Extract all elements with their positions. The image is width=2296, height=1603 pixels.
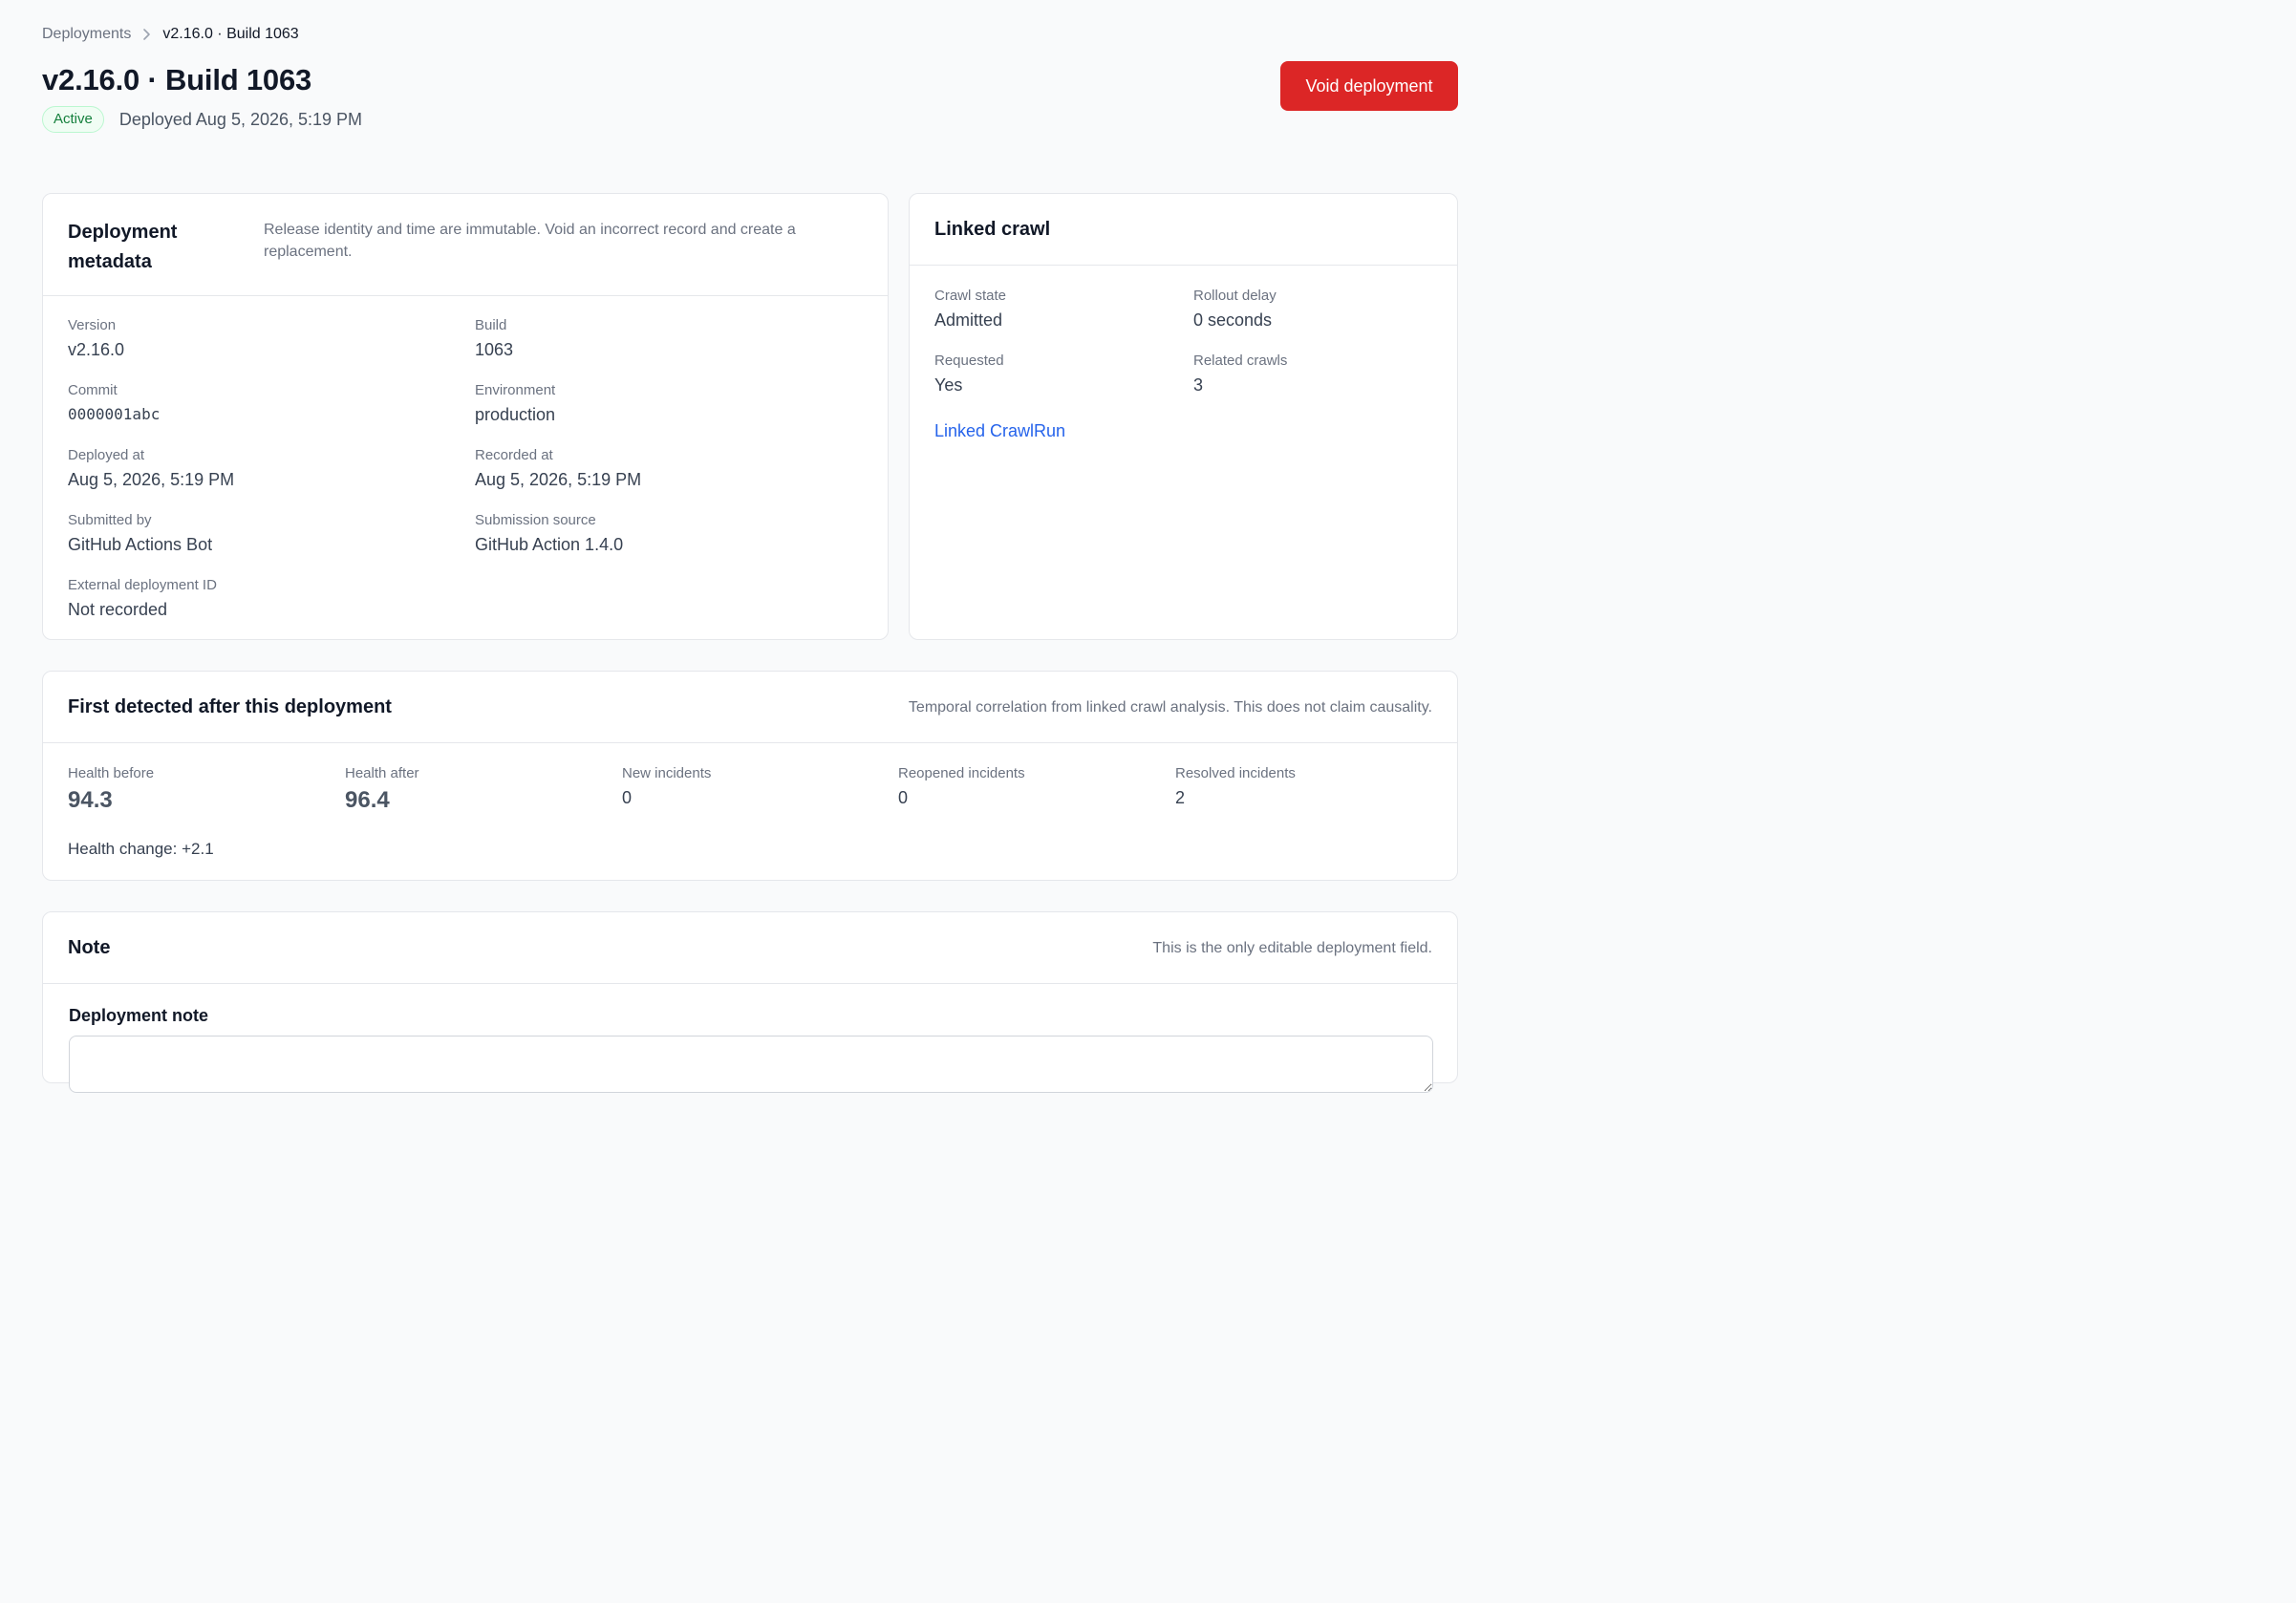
card-header: Note This is the only editable deploymen… (43, 912, 1457, 984)
stat-health-after: Health after 96.4 (345, 765, 419, 814)
stat-label: Health after (345, 765, 419, 781)
stat-value: 94.3 (68, 787, 113, 813)
card-description: This is the only editable deployment fie… (1152, 939, 1432, 956)
stat-health-before: Health before 94.3 (68, 765, 154, 814)
stat-label: New incidents (622, 765, 712, 781)
field-label: Environment (475, 382, 556, 398)
field-value: Aug 5, 2026, 5:19 PM (475, 470, 642, 489)
first-detected-card: First detected after this deployment Tem… (42, 671, 1458, 881)
field-value: 3 (1193, 375, 1204, 395)
stat-label: Health before (68, 765, 155, 781)
field-rollout-delay: Rollout delay 0 seconds (1193, 288, 1277, 331)
field-label: External deployment ID (68, 577, 217, 593)
field-submission-source: Submission source GitHub Action 1.4.0 (475, 512, 623, 556)
card-title: Deployment metadata (68, 222, 178, 272)
stat-value: 0 (898, 788, 909, 807)
field-label: Requested (934, 353, 1004, 369)
field-deployed-at: Deployed at Aug 5, 2026, 5:19 PM (68, 447, 234, 491)
stat-value: 0 (622, 788, 633, 807)
field-value: 0 seconds (1193, 310, 1273, 330)
breadcrumb: Deployments v2.16.0 · Build 1063 (42, 26, 299, 43)
stat-label: Reopened incidents (898, 765, 1025, 781)
stat-value: 96.4 (345, 787, 390, 813)
field-value: Yes (934, 375, 963, 395)
field-label: Commit (68, 382, 118, 398)
stat-reopened-incidents: Reopened incidents 0 (898, 765, 1025, 809)
field-commit: Commit 0000001abc (68, 382, 160, 426)
deployment-metadata-card: Deployment metadata Release identity and… (42, 193, 889, 640)
deployed-timestamp: Deployed Aug 5, 2026, 5:19 PM (118, 109, 363, 129)
card-title: Linked crawl (934, 218, 1051, 240)
field-label: Deployed at (68, 447, 145, 463)
deployment-detail-page: Deployments v2.16.0 · Build 1063 v2.16.0… (0, 0, 1498, 1093)
field-value: production (475, 405, 556, 424)
card-header: Deployment metadata Release identity and… (43, 194, 888, 296)
card-description: Temporal correlation from linked crawl a… (908, 698, 1432, 716)
field-value: v2.16.0 (68, 340, 125, 359)
field-value: 0000001abc (68, 405, 161, 423)
card-header: First detected after this deployment Tem… (43, 672, 1457, 743)
page-title: v2.16.0 · Build 1063 (42, 63, 312, 96)
field-value: Aug 5, 2026, 5:19 PM (68, 470, 235, 489)
note-card: Note This is the only editable deploymen… (42, 911, 1458, 1093)
field-label: Build (475, 317, 507, 333)
field-related-crawls: Related crawls 3 (1193, 353, 1287, 396)
breadcrumb-current: v2.16.0 · Build 1063 (162, 26, 299, 42)
card-title: Note (68, 936, 111, 958)
stat-label: Resolved incidents (1175, 765, 1296, 781)
field-environment: Environment production (475, 382, 555, 426)
field-label: Crawl state (934, 288, 1007, 304)
field-build: Build 1063 (475, 317, 513, 361)
linked-crawlrun-link[interactable]: Linked CrawlRun (934, 421, 1065, 441)
void-deployment-button[interactable]: Void deployment (1280, 61, 1458, 111)
card-title: First detected after this deployment (68, 695, 392, 717)
card-description: Release identity and time are immutable.… (264, 222, 796, 260)
stat-new-incidents: New incidents 0 (622, 765, 711, 809)
field-requested: Requested Yes (934, 353, 1004, 396)
field-value: Not recorded (68, 600, 168, 619)
deployment-note-label: Deployment note (69, 1006, 209, 1025)
field-external-id: External deployment ID Not recorded (68, 577, 217, 621)
field-label: Rollout delay (1193, 288, 1277, 304)
field-label: Submitted by (68, 512, 152, 528)
linked-crawl-card: Linked crawl Crawl state Admitted Rollou… (909, 193, 1458, 640)
field-label: Version (68, 317, 117, 333)
metadata-grid: Version v2.16.0 Build 1063 Commit 000000… (43, 296, 888, 619)
card-header: Linked crawl (910, 194, 1457, 266)
field-label: Related crawls (1193, 353, 1288, 369)
health-change: Health change: +2.1 (68, 840, 214, 858)
field-value: GitHub Action 1.4.0 (475, 535, 624, 554)
field-crawl-state: Crawl state Admitted (934, 288, 1006, 331)
stat-value: 2 (1175, 788, 1186, 807)
field-label: Submission source (475, 512, 596, 528)
field-version: Version v2.16.0 (68, 317, 124, 361)
status-badge: Active (42, 106, 104, 133)
field-label: Recorded at (475, 447, 553, 463)
field-value: 1063 (475, 340, 514, 359)
field-value: Admitted (934, 310, 1003, 330)
field-submitted-by: Submitted by GitHub Actions Bot (68, 512, 212, 556)
status-row: Active Deployed Aug 5, 2026, 5:19 PM (42, 106, 362, 133)
deployment-note-textarea[interactable] (69, 1036, 1433, 1093)
breadcrumb-deployments-link[interactable]: Deployments (42, 26, 131, 43)
field-recorded-at: Recorded at Aug 5, 2026, 5:19 PM (475, 447, 641, 491)
chevron-right-icon (142, 28, 151, 41)
field-value: GitHub Actions Bot (68, 535, 213, 554)
stat-resolved-incidents: Resolved incidents 2 (1175, 765, 1296, 809)
